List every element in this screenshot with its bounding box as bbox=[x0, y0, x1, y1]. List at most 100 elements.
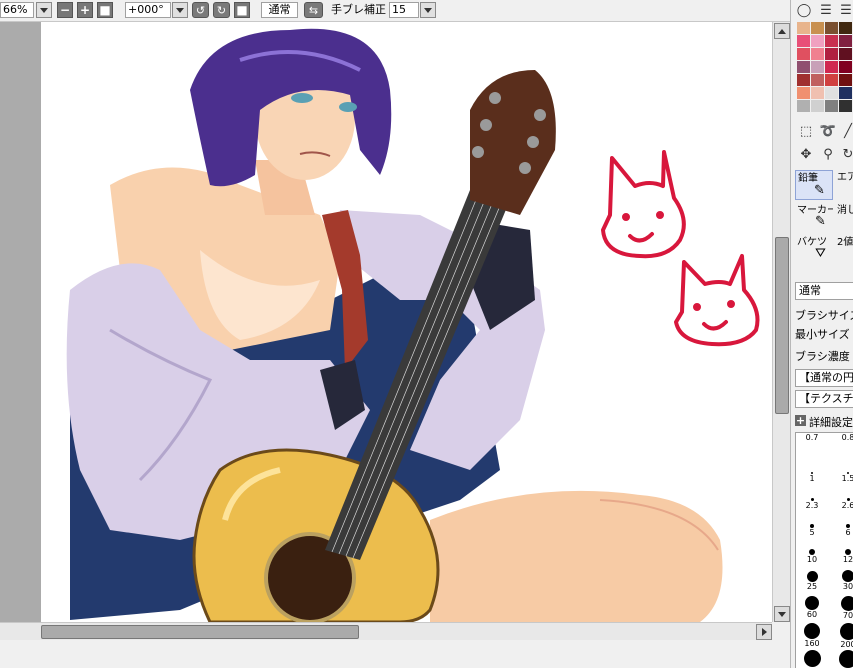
color-swatch[interactable] bbox=[797, 100, 810, 112]
rotate-icon[interactable]: ↻ bbox=[839, 145, 853, 163]
horizontal-scrollbar[interactable] bbox=[0, 622, 772, 640]
color-swatch[interactable] bbox=[825, 48, 838, 60]
brush-size-option[interactable]: 25 bbox=[796, 568, 830, 595]
brush-size-option[interactable]: 0.8 bbox=[830, 433, 853, 460]
brush-size-value: 25 bbox=[806, 582, 818, 591]
color-swatch[interactable] bbox=[825, 61, 838, 73]
brush-size-option[interactable]: 200 bbox=[830, 622, 853, 649]
rgb-sliders-icon[interactable]: ☰ bbox=[817, 1, 835, 19]
stabilizer-field[interactable]: 15 bbox=[389, 2, 419, 18]
vertical-scroll-thumb[interactable] bbox=[775, 237, 789, 414]
brush-size-dot-icon bbox=[804, 623, 820, 639]
expand-plus-icon[interactable]: + bbox=[795, 415, 806, 426]
color-swatch[interactable] bbox=[797, 61, 810, 73]
color-swatch[interactable] bbox=[797, 22, 810, 34]
color-swatch[interactable] bbox=[797, 87, 810, 99]
scroll-down-button[interactable] bbox=[774, 606, 790, 622]
color-swatch-grid[interactable] bbox=[797, 22, 852, 112]
brush-size-value: 1.5 bbox=[841, 474, 853, 483]
top-toolbar: 66% − + ■ +000° ↺ ↻ ■ 通常 ⇆ 手ブレ補正 15 bbox=[0, 0, 790, 22]
color-swatch[interactable] bbox=[811, 87, 824, 99]
brush-size-option[interactable]: 1 bbox=[796, 460, 830, 487]
color-wheel-icon[interactable]: ◯ bbox=[795, 1, 813, 19]
drawing-canvas[interactable] bbox=[0, 22, 772, 622]
color-swatch[interactable] bbox=[797, 48, 810, 60]
color-swatch[interactable] bbox=[797, 35, 810, 47]
marker-tool[interactable]: マーカー ✎ bbox=[795, 203, 833, 233]
color-swatch[interactable] bbox=[825, 87, 838, 99]
density-label: ブラシ濃度 bbox=[795, 350, 850, 363]
color-swatch[interactable] bbox=[811, 61, 824, 73]
color-swatch[interactable] bbox=[811, 48, 824, 60]
color-swatch[interactable] bbox=[825, 74, 838, 86]
bucket-tool[interactable]: バケツ ⛛ bbox=[795, 235, 833, 265]
color-swatch[interactable] bbox=[839, 61, 852, 73]
scroll-right-button[interactable] bbox=[756, 624, 772, 640]
brush-size-dot-icon bbox=[806, 571, 818, 582]
brush-blend-mode-field[interactable]: 通常 bbox=[795, 282, 853, 300]
brush-size-option[interactable]: 2.3 bbox=[796, 487, 830, 514]
arrow-right-icon bbox=[761, 628, 767, 636]
rotate-cw-button[interactable]: ↻ bbox=[213, 2, 230, 18]
color-swatch[interactable] bbox=[797, 74, 810, 86]
color-swatch[interactable] bbox=[839, 74, 852, 86]
rotation-field[interactable]: +000° bbox=[125, 2, 171, 18]
horizontal-scroll-thumb[interactable] bbox=[41, 625, 359, 639]
brush-size-option[interactable]: 1.5 bbox=[830, 460, 853, 487]
rotate-ccw-button[interactable]: ↺ bbox=[192, 2, 209, 18]
hsv-sliders-icon[interactable]: ☰ bbox=[837, 1, 853, 19]
color-swatch[interactable] bbox=[839, 100, 852, 112]
brush-size-option[interactable]: 30 bbox=[830, 568, 853, 595]
zoom-in-button[interactable]: + bbox=[77, 2, 93, 18]
stabilizer-dropdown-button[interactable] bbox=[420, 2, 436, 18]
brush-size-option[interactable]: 60 bbox=[796, 595, 830, 622]
airbrush-tool[interactable]: エア bbox=[835, 170, 853, 200]
pencil-tool[interactable]: 鉛筆 ✎ bbox=[795, 170, 833, 200]
brush-texture-field[interactable]: 【テクスチャなし bbox=[795, 390, 853, 408]
magic-wand-icon[interactable]: ╱ bbox=[839, 122, 853, 140]
brush-size-option[interactable]: 6 bbox=[830, 514, 853, 541]
move-icon[interactable]: ✥ bbox=[797, 145, 815, 163]
brush-size-option[interactable]: 12 bbox=[830, 541, 853, 568]
color-swatch[interactable] bbox=[811, 100, 824, 112]
color-swatch[interactable] bbox=[825, 35, 838, 47]
lasso-icon[interactable]: ➰ bbox=[819, 122, 837, 140]
brush-size-list[interactable]: 0.7 0.8 1 1.5 2.3 2.6 5 6 10 12 25 30 60 70 160 200 4004… bbox=[795, 432, 853, 668]
brush-size-option[interactable]: 2.6 bbox=[830, 487, 853, 514]
scroll-up-button[interactable] bbox=[774, 23, 790, 39]
brush-size-option[interactable]: 70 bbox=[830, 595, 853, 622]
zoom-icon[interactable]: ⚲ bbox=[819, 145, 837, 163]
vertical-scrollbar[interactable] bbox=[772, 22, 790, 622]
brush-size-dot-icon bbox=[842, 570, 853, 582]
pencil-icon: ✎ bbox=[814, 183, 825, 198]
brush-size-option[interactable]: 160 bbox=[796, 622, 830, 649]
rotation-dropdown-button[interactable] bbox=[172, 2, 188, 18]
rotate-reset-button[interactable]: ■ bbox=[234, 2, 250, 18]
color-swatch[interactable] bbox=[811, 74, 824, 86]
color-swatch[interactable] bbox=[811, 22, 824, 34]
blend-mode-field[interactable]: 通常 bbox=[261, 2, 298, 18]
color-swatch[interactable] bbox=[839, 22, 852, 34]
advanced-settings-label[interactable]: 詳細設定 bbox=[809, 414, 853, 430]
brush-size-option[interactable]: 0.7 bbox=[796, 433, 830, 460]
zoom-dropdown-button[interactable] bbox=[36, 2, 52, 18]
binary-pen-tool[interactable]: 2値 bbox=[835, 235, 853, 265]
flip-horizontal-button[interactable]: ⇆ bbox=[304, 2, 323, 18]
color-swatch[interactable] bbox=[825, 100, 838, 112]
rect-select-icon[interactable]: ⬚ bbox=[797, 122, 815, 140]
zoom-reset-button[interactable]: ■ bbox=[97, 2, 113, 18]
brush-size-value: 10 bbox=[806, 555, 818, 564]
brush-size-option[interactable]: 10 bbox=[796, 541, 830, 568]
brush-shape-field[interactable]: 【通常の円形 bbox=[795, 369, 853, 387]
color-swatch[interactable] bbox=[839, 35, 852, 47]
zoom-out-button[interactable]: − bbox=[57, 2, 73, 18]
color-swatch[interactable] bbox=[839, 87, 852, 99]
brush-size-option[interactable]: 400 bbox=[796, 649, 830, 668]
color-swatch[interactable] bbox=[839, 48, 852, 60]
brush-size-option[interactable]: 450 bbox=[830, 649, 853, 668]
color-swatch[interactable] bbox=[811, 35, 824, 47]
color-swatch[interactable] bbox=[825, 22, 838, 34]
zoom-field[interactable]: 66% bbox=[0, 2, 34, 18]
eraser-tool[interactable]: 消し bbox=[835, 203, 853, 233]
brush-size-option[interactable]: 5 bbox=[796, 514, 830, 541]
